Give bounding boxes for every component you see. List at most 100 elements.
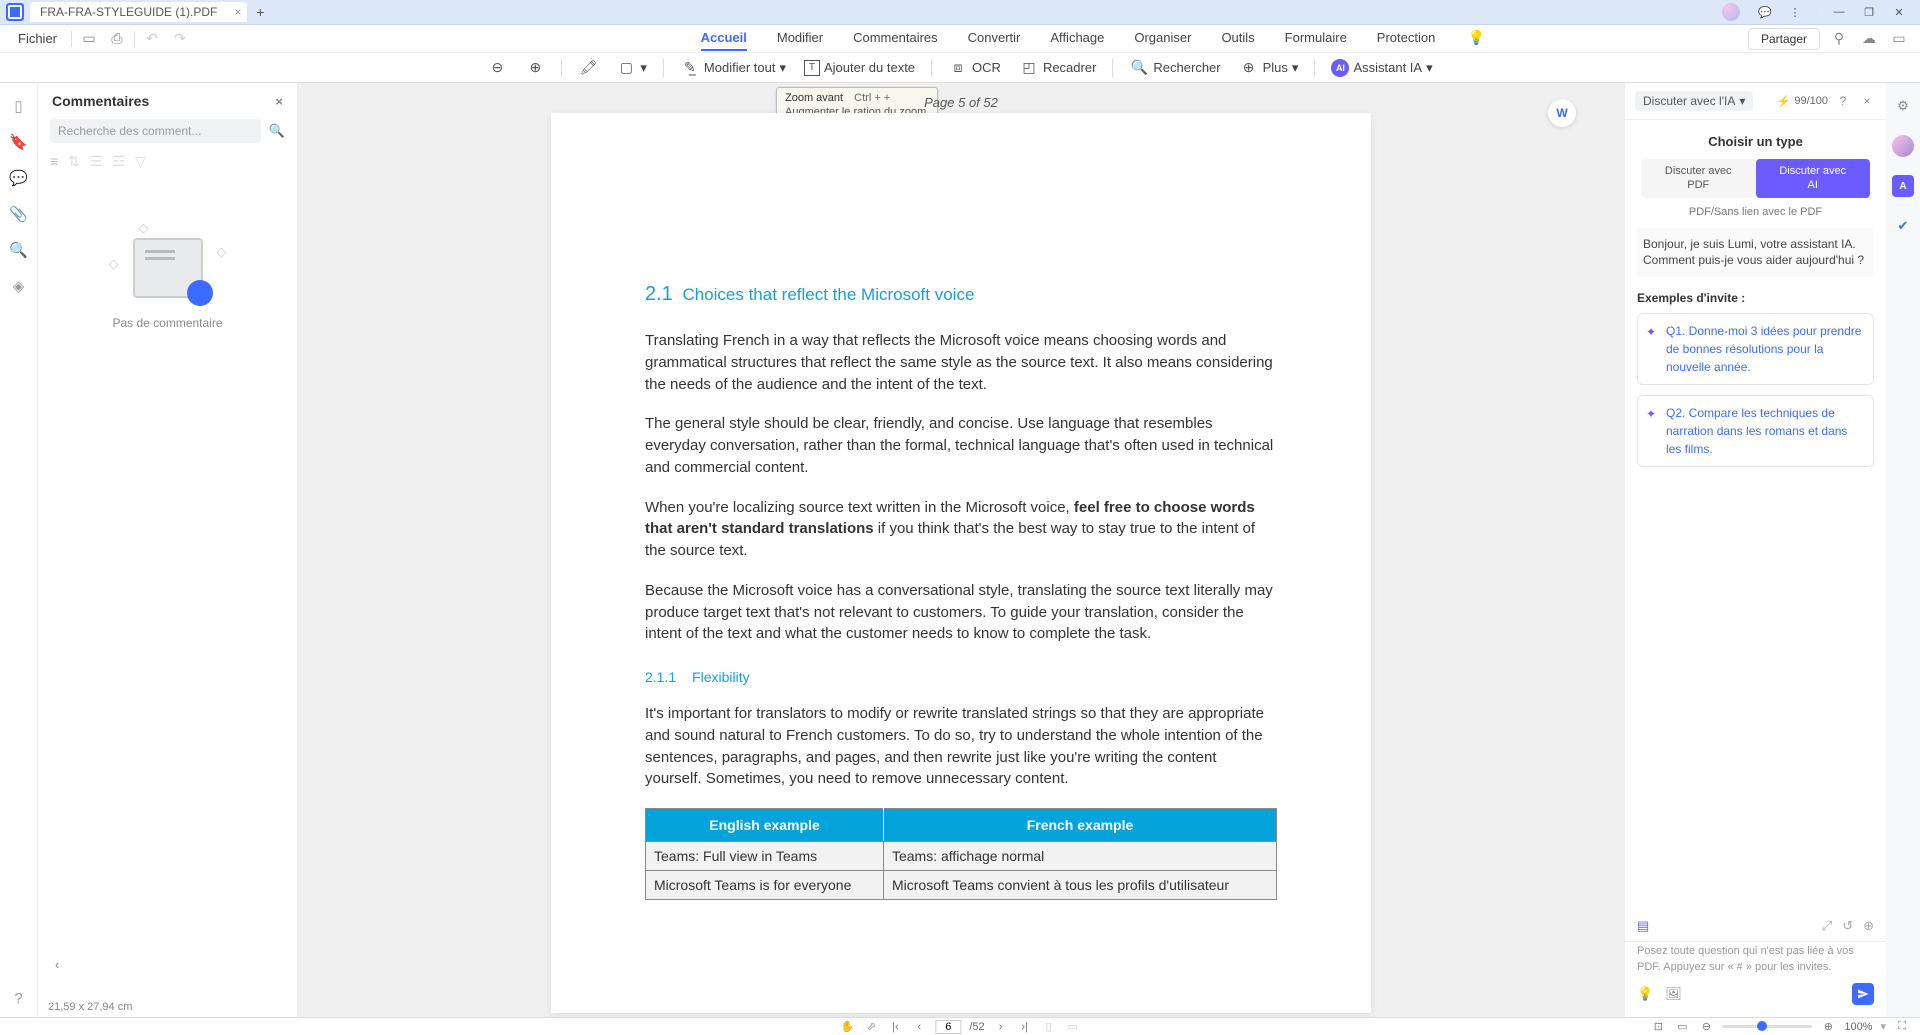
zoom-out-button[interactable]: ⊖ — [481, 55, 513, 81]
highlighter-button[interactable]: 🖍 — [572, 55, 604, 81]
ai-lightbulb-icon[interactable]: 💡 — [1637, 986, 1653, 1002]
search-icon[interactable]: 🔍 — [269, 123, 285, 139]
ai-expand-icon[interactable]: ⤢ — [1822, 918, 1832, 934]
close-button[interactable]: ✕ — [1884, 0, 1914, 25]
pdf-page: 2.1 Choices that reflect the Microsoft v… — [551, 113, 1371, 1013]
zoom-in-icon[interactable]: ⊕ — [1820, 1019, 1836, 1035]
recrop-button[interactable]: ◰Recadrer — [1013, 55, 1102, 81]
left-rail: ▯ 🔖 💬 📎 🔍 ◈ ? — [0, 83, 38, 1017]
account-avatar[interactable] — [1722, 3, 1740, 21]
tab-protection[interactable]: Protection — [1377, 26, 1436, 51]
last-page-button[interactable]: ›| — [1017, 1019, 1033, 1035]
feedback-icon[interactable]: 💬 — [1750, 0, 1780, 25]
zoom-slider[interactable] — [1722, 1025, 1812, 1028]
statusbar: ✋ ⬀ |‹ ‹ /52 › ›| ▯ ▭ ⊡ ▭ ⊖ ⊕ 100% ▾ ⛶ — [0, 1017, 1920, 1035]
ai-close-icon[interactable]: × — [1858, 92, 1876, 110]
comments-close-icon[interactable]: × — [275, 94, 283, 109]
layers-icon[interactable]: ◈ — [10, 277, 28, 295]
ai-orb-icon[interactable] — [1892, 135, 1914, 157]
ocr-button[interactable]: ⧈OCR — [942, 55, 1007, 81]
document-area[interactable]: Zoom avant Ctrl + + Augmenter le ration … — [298, 83, 1624, 1017]
share-link-icon[interactable]: ⚲ — [1828, 28, 1850, 50]
ai-badge-icon[interactable]: A — [1892, 175, 1914, 197]
filter1-icon[interactable]: ☰ — [90, 153, 103, 170]
view-mode1-icon[interactable]: ▯ — [1041, 1019, 1057, 1035]
document-tab[interactable]: FRA-FRA-STYLEGUIDE (1).PDF × — [30, 2, 247, 22]
undo-icon[interactable]: ↶ — [141, 28, 163, 50]
tab-organiser[interactable]: Organiser — [1134, 26, 1191, 51]
menu-dots-icon[interactable]: ⋮ — [1780, 0, 1810, 25]
first-page-button[interactable]: |‹ — [887, 1019, 903, 1035]
ai-mode-select[interactable]: Discuter avec l'IA▾ — [1635, 91, 1753, 111]
tab-convertir[interactable]: Convertir — [968, 26, 1021, 51]
zoom-out-icon[interactable]: ⊖ — [1698, 1019, 1714, 1035]
export-word-button[interactable]: W — [1548, 99, 1576, 127]
btn-line2: PDF — [1687, 179, 1709, 191]
check-icon[interactable]: ✔ — [1892, 215, 1914, 237]
tab-commentaires[interactable]: Commentaires — [853, 26, 938, 51]
ai-history-icon[interactable]: ↺ — [1842, 918, 1853, 934]
help-icon[interactable]: ? — [10, 989, 28, 1007]
share-button[interactable]: Partager — [1748, 28, 1820, 50]
view-mode2-icon[interactable]: ▭ — [1065, 1019, 1081, 1035]
ai-chat-ai-button[interactable]: Discuter avec AI — [1756, 159, 1871, 198]
fit-page-icon[interactable]: ⊡ — [1650, 1019, 1666, 1035]
list-view-icon[interactable]: ≡ — [50, 153, 58, 170]
select-tool-icon[interactable]: ⬀ — [863, 1019, 879, 1035]
ai-chat-pdf-button[interactable]: Discuter avec PDF — [1641, 159, 1756, 198]
tab-accueil[interactable]: Accueil — [701, 26, 747, 51]
maximize-button[interactable]: ❐ — [1854, 0, 1884, 25]
reading-mode-icon[interactable]: ▭ — [1674, 1019, 1690, 1035]
comments-search-input[interactable] — [50, 119, 261, 143]
tab-affichage[interactable]: Affichage — [1050, 26, 1104, 51]
ai-input-placeholder[interactable]: Posez toute question qui n'est pas liée … — [1637, 944, 1874, 975]
shape-button[interactable]: ▢▾ — [610, 55, 653, 81]
ai-credits: ⚡ 99/100 — [1777, 95, 1828, 108]
collapse-panel-icon[interactable]: ‹ — [48, 955, 66, 973]
collapse-ribbon-icon[interactable]: ▭ — [1888, 28, 1910, 50]
filter2-icon[interactable]: ☲ — [112, 153, 125, 170]
print-icon[interactable]: ⎙ — [106, 28, 128, 50]
ai-example-prompt[interactable]: Q2. Compare les techniques de narration … — [1637, 395, 1874, 467]
minimize-button[interactable]: — — [1824, 0, 1854, 25]
attachments-icon[interactable]: 📎 — [10, 205, 28, 223]
edit-all-button[interactable]: ✎̲Modifier tout▾ — [674, 55, 792, 81]
tab-outils[interactable]: Outils — [1221, 26, 1254, 51]
comments-icon[interactable]: 💬 — [10, 169, 28, 187]
add-text-button[interactable]: TAjouter du texte — [798, 57, 921, 79]
ai-example-prompt[interactable]: Q1. Donne-moi 3 idées pour prendre de bo… — [1637, 313, 1874, 385]
cloud-upload-icon[interactable]: ☁ — [1858, 28, 1880, 50]
table-cell: Teams: affichage normal — [883, 842, 1276, 871]
tab-modifier[interactable]: Modifier — [777, 26, 823, 51]
ai-send-button[interactable] — [1852, 983, 1874, 1005]
search-rail-icon[interactable]: 🔍 — [10, 241, 28, 259]
redo-icon[interactable]: ↷ — [169, 28, 191, 50]
tab-add-button[interactable]: + — [251, 3, 269, 21]
lightbulb-icon[interactable]: 💡 — [1465, 26, 1487, 48]
open-icon[interactable]: ▭ — [78, 28, 100, 50]
ai-doc-icon[interactable]: ▤ — [1637, 918, 1649, 934]
funnel-icon[interactable]: ▽ — [135, 153, 146, 170]
tab-close-icon[interactable]: × — [234, 5, 241, 19]
prev-page-button[interactable]: ‹ — [911, 1019, 927, 1035]
more-button[interactable]: ⊕Plus▾ — [1233, 55, 1305, 81]
page-number-input[interactable] — [935, 1020, 961, 1034]
sort-icon[interactable]: ⇅ — [68, 153, 80, 170]
bookmarks-icon[interactable]: 🔖 — [10, 133, 28, 151]
tab-formulaire[interactable]: Formulaire — [1285, 26, 1347, 51]
file-menu[interactable]: Fichier — [10, 29, 65, 48]
divider — [1314, 59, 1315, 77]
fullscreen-icon[interactable]: ⛶ — [1894, 1019, 1910, 1035]
ai-image-icon[interactable]: 🖼 — [1665, 986, 1682, 1002]
ai-new-icon[interactable]: ⊕ — [1863, 918, 1874, 934]
table-row: Teams: Full view in Teams Teams: afficha… — [646, 842, 1277, 871]
hand-tool-icon[interactable]: ✋ — [839, 1019, 855, 1035]
ai-help-icon[interactable]: ? — [1834, 92, 1852, 110]
ai-assistant-button[interactable]: AIAssistant IA▾ — [1325, 56, 1438, 80]
next-page-button[interactable]: › — [993, 1019, 1009, 1035]
settings-sliders-icon[interactable]: ⚙ — [1892, 95, 1914, 117]
zoom-in-button[interactable]: ⊕ — [519, 55, 551, 81]
search-button[interactable]: 🔍Rechercher — [1123, 55, 1226, 81]
thumbnails-icon[interactable]: ▯ — [10, 97, 28, 115]
divider — [561, 59, 562, 77]
